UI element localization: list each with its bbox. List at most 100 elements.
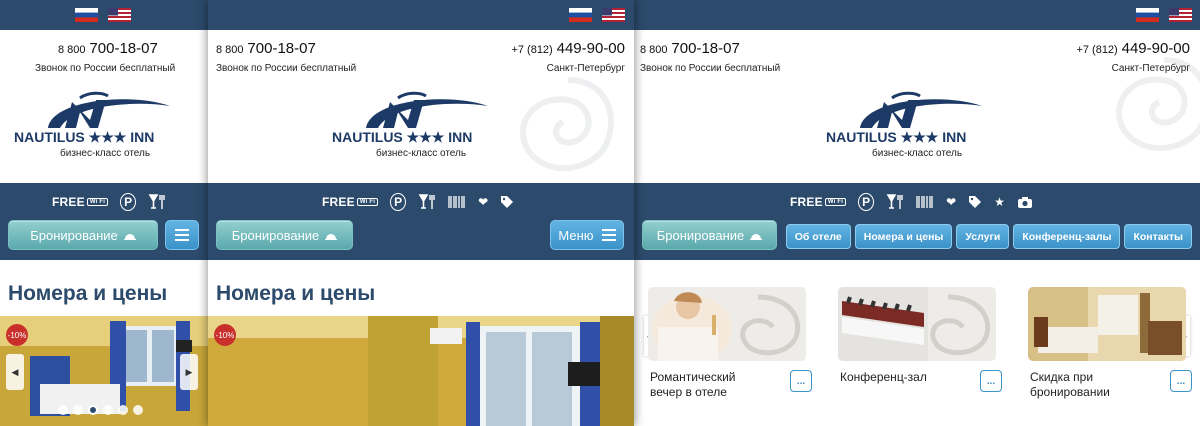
amenities-row: FREE Wi Fi P ❤ ★ [790, 192, 1033, 212]
bell-icon [123, 228, 136, 243]
promo-card[interactable]: Скидка при бронировании ... [1028, 287, 1192, 399]
promo-card-more-button[interactable]: ... [1170, 370, 1192, 392]
russian-flag-icon[interactable] [75, 8, 98, 22]
parking-icon: P [858, 193, 875, 211]
booking-button[interactable]: Бронирование [216, 220, 353, 250]
tagline: бизнес-класс отель [872, 148, 963, 159]
us-flag-icon[interactable] [1169, 8, 1192, 22]
toll-free-phone[interactable]: 8 800 700-18-07 [216, 40, 316, 57]
slider-prev-arrow[interactable]: ◀ [6, 354, 24, 390]
promo-card[interactable]: Романтический вечер в отеле ... [648, 287, 812, 399]
top-bar [0, 0, 210, 30]
nautilus-logo[interactable]: NAUTILUS ★★★ INN [822, 88, 1012, 144]
tab-conference[interactable]: Конференц-залы [1013, 224, 1121, 249]
amenities-row: FREE Wi Fi P [52, 192, 166, 212]
tagline: бизнес-класс отель [60, 148, 151, 159]
main-nav: Об отеле Номера и цены Услуги Конференц-… [785, 224, 1192, 249]
promo-card-title[interactable]: Романтический вечер в отеле [650, 370, 760, 400]
spb-note: Санкт-Петербург [546, 63, 625, 74]
toll-free-note: Звонок по России бесплатный [216, 63, 357, 74]
nav-band: FREE Wi Fi P ❤ ★ Бронирование Об отеле Н… [634, 183, 1200, 260]
booking-button[interactable]: Бронирование [642, 220, 777, 250]
slider-dot[interactable] [73, 405, 83, 415]
tag-icon [500, 193, 514, 211]
restaurant-bar-icon [418, 193, 436, 211]
top-bar [208, 0, 634, 30]
mobile-narrow-view: 8 800 700-18-07 Звонок по России бесплат… [0, 0, 210, 426]
wifi-icon: FREE Wi Fi [790, 193, 847, 211]
promo-card-image[interactable] [838, 287, 996, 361]
promo-card-image[interactable] [648, 287, 806, 361]
restaurant-bar-icon [886, 193, 904, 211]
amenities-row: FREE Wi Fi P ❤ [322, 192, 514, 212]
toll-free-note: Звонок по России бесплатный [640, 63, 781, 74]
slider-dot[interactable] [88, 405, 98, 415]
star-icon: ★ [994, 195, 1005, 209]
menu-button[interactable] [165, 220, 199, 250]
wifi-icon: FREE Wi Fi [322, 193, 379, 211]
toll-free-phone[interactable]: 8 800 700-18-07 [640, 40, 740, 57]
slider-dot[interactable] [103, 405, 113, 415]
hamburger-icon [175, 229, 189, 241]
slider-next-arrow[interactable]: ▶ [180, 354, 198, 390]
nautilus-logo[interactable]: NAUTILUS ★★★ INN [10, 88, 200, 144]
section-title: Номера и цены [216, 282, 376, 305]
spb-note: Санкт-Петербург [1111, 63, 1190, 74]
slider-dot[interactable] [58, 405, 68, 415]
russian-flag-icon[interactable] [569, 8, 592, 22]
svg-text:NAUTILUS ★★★ INN: NAUTILUS ★★★ INN [332, 129, 472, 144]
wifi-icon: FREE Wi Fi [52, 193, 109, 211]
bell-icon [750, 228, 763, 243]
tab-about[interactable]: Об отеле [785, 224, 851, 249]
toll-free-phone[interactable]: 8 800 700-18-07 [58, 40, 158, 57]
site-header: 8 800 700-18-07 Звонок по России бесплат… [208, 30, 634, 183]
promo-card-more-button[interactable]: ... [980, 370, 1002, 392]
slider-dot[interactable] [118, 405, 128, 415]
tablet-view: 8 800 700-18-07 Звонок по России бесплат… [208, 0, 634, 426]
restaurant-bar-icon [148, 193, 166, 211]
booking-button[interactable]: Бронирование [8, 220, 158, 250]
us-flag-icon[interactable] [602, 8, 625, 22]
promo-card-more-button[interactable]: ... [790, 370, 812, 392]
barcode-icon [916, 193, 934, 211]
toll-free-note: Звонок по России бесплатный [35, 63, 176, 74]
bell-icon [325, 228, 338, 243]
promo-card[interactable]: Конференц-зал ... [838, 287, 1002, 392]
tab-rooms-prices[interactable]: Номера и цены [854, 224, 953, 249]
promo-card-title[interactable]: Скидка при бронировании [1030, 370, 1140, 400]
spb-phone[interactable]: +7 (812) 449-90-00 [511, 40, 625, 57]
top-bar [634, 0, 1200, 30]
tab-contacts[interactable]: Контакты [1124, 224, 1192, 249]
nav-band: FREE Wi Fi P ❤ Бронирование Меню [208, 183, 634, 260]
promo-card-image[interactable] [1028, 287, 1186, 361]
parking-icon: P [390, 193, 407, 211]
russian-flag-icon[interactable] [1136, 8, 1159, 22]
site-header: 8 800 700-18-07 Звонок по России бесплат… [634, 30, 1200, 183]
spb-phone[interactable]: +7 (812) 449-90-00 [1076, 40, 1190, 57]
heart-icon: ❤ [946, 195, 957, 209]
tagline: бизнес-класс отель [376, 148, 467, 159]
slider-dots [58, 405, 143, 415]
section-title: Номера и цены [8, 282, 168, 305]
nautilus-logo[interactable]: NAUTILUS ★★★ INN [328, 88, 518, 144]
nav-band: FREE Wi Fi P Бронирование [0, 183, 210, 260]
desktop-view: 8 800 700-18-07 Звонок по России бесплат… [634, 0, 1200, 426]
discount-badge: -10% [6, 324, 28, 346]
room-photo-slider[interactable]: -10% ◀ ▶ [0, 316, 210, 426]
svg-text:NAUTILUS ★★★ INN: NAUTILUS ★★★ INN [14, 129, 154, 144]
slider-dot[interactable] [133, 405, 143, 415]
discount-badge: -10% [214, 324, 236, 346]
camera-icon [1017, 193, 1033, 211]
heart-icon: ❤ [478, 195, 489, 209]
room-photo [208, 316, 634, 426]
tag-icon [968, 193, 982, 211]
barcode-icon [448, 193, 466, 211]
tab-services[interactable]: Услуги [956, 224, 1010, 249]
menu-button[interactable]: Меню [550, 220, 624, 250]
promo-card-title[interactable]: Конференц-зал [840, 370, 950, 385]
us-flag-icon[interactable] [108, 8, 131, 22]
hamburger-icon [601, 229, 616, 241]
site-header: 8 800 700-18-07 Звонок по России бесплат… [0, 30, 210, 183]
svg-text:NAUTILUS ★★★ INN: NAUTILUS ★★★ INN [826, 129, 966, 144]
room-photo-slider[interactable]: -10% [208, 316, 634, 426]
